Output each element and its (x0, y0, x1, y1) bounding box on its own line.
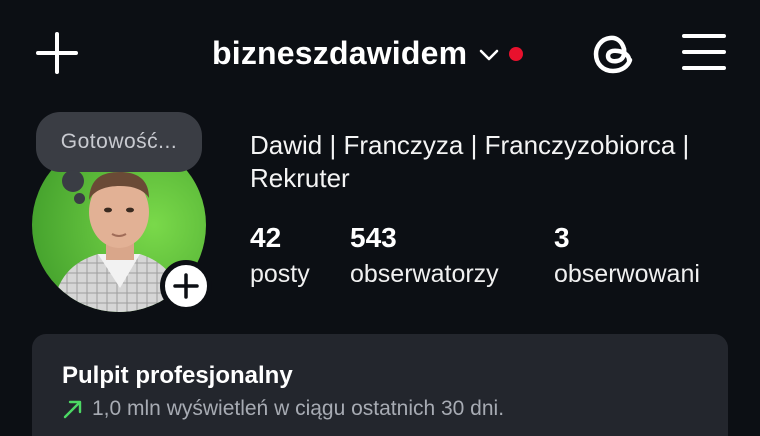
followers-value: 543 (350, 222, 397, 253)
full-name: Dawid | Franczyza | Franczyzobiorca | Re… (250, 130, 690, 193)
notification-dot (509, 47, 524, 61)
hamburger-menu-icon (682, 34, 726, 70)
note-bubble-tail (62, 170, 84, 192)
posts-label: posty (250, 260, 310, 288)
plus-icon (173, 273, 199, 299)
following-value: 3 (554, 222, 570, 253)
following-count[interactable]: 3 obserwowani (554, 222, 700, 290)
dashboard-views-text: 1,0 mln wyświetleń w ciągu ostatnich 30 … (92, 397, 505, 420)
dashboard-subtitle: 1,0 mln wyświetleń w ciągu ostatnich 30 … (62, 397, 504, 421)
username: bizneszdawidem (212, 34, 468, 71)
posts-value: 42 (250, 222, 282, 253)
add-story-button[interactable] (160, 260, 212, 312)
posts-count[interactable]: 42 posty (250, 222, 310, 290)
chevron-down-icon (480, 49, 499, 61)
note-bubble[interactable]: Gotowość... (36, 112, 202, 172)
note-bubble-tail-small (74, 193, 85, 204)
threads-button[interactable] (588, 27, 640, 79)
account-switcher[interactable]: bizneszdawidem (212, 30, 524, 76)
menu-button[interactable] (680, 31, 728, 73)
create-button[interactable] (34, 30, 80, 76)
trending-up-arrow-icon (63, 400, 82, 419)
dashboard-title: Pulpit profesjonalny (62, 362, 293, 389)
followers-label: obserwatorzy (350, 260, 499, 288)
following-label: obserwowani (554, 260, 700, 288)
professional-dashboard-card[interactable]: Pulpit profesjonalny 1,0 mln wyświetleń … (32, 334, 728, 436)
plus-icon (36, 32, 78, 74)
profile-screen: bizneszdawidem Gotowość... Dawid | Franc… (0, 0, 760, 436)
note-text: Gotowość... (60, 130, 178, 153)
threads-icon (593, 35, 633, 74)
followers-count[interactable]: 543 obserwatorzy (350, 222, 499, 290)
top-bar: bizneszdawidem (0, 0, 760, 110)
